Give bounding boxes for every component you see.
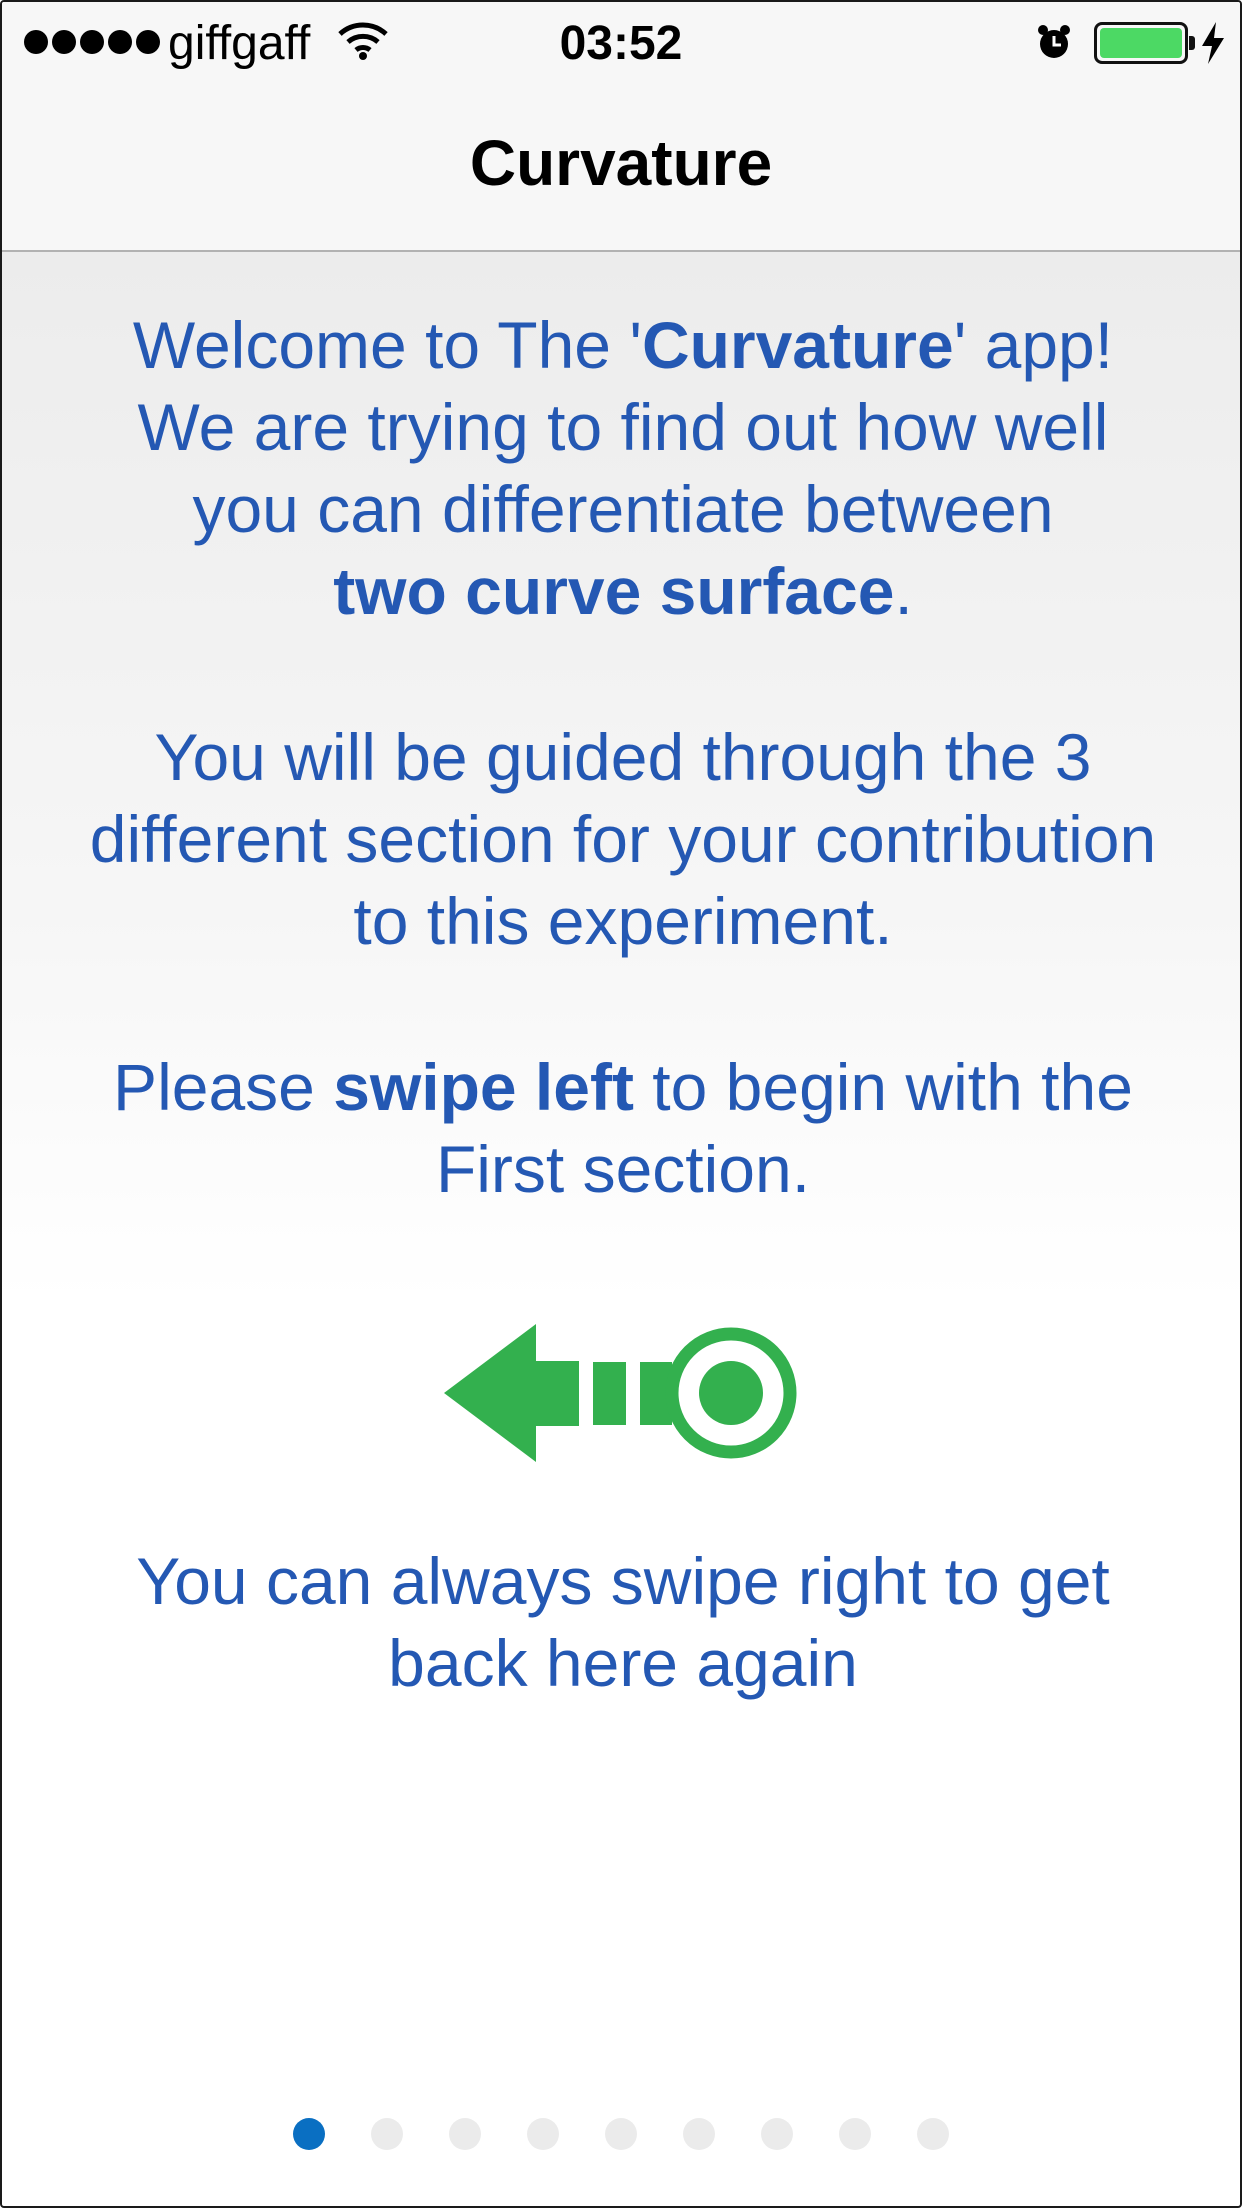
- swipe-instruction: Please swipe left to begin with the Firs…: [113, 1050, 1133, 1206]
- page-dot-5[interactable]: [605, 2118, 637, 2150]
- guide-paragraph: You will be guided through the 3 differe…: [89, 720, 1157, 958]
- page-dot-2[interactable]: [371, 2118, 403, 2150]
- page-dot-7[interactable]: [761, 2118, 793, 2150]
- page-dot-6[interactable]: [683, 2118, 715, 2150]
- swipe-left-icon: [444, 1324, 797, 1462]
- page-dot-1[interactable]: [293, 2118, 325, 2150]
- charging-bolt-icon: [1200, 22, 1226, 69]
- status-bar: giffgaff 03:52: [2, 2, 1240, 86]
- intro-paragraph: Welcome to The 'Curvature' app! We are t…: [132, 308, 1114, 628]
- app-screen[interactable]: giffgaff 03:52 Curvature Welcome to The …: [0, 0, 1242, 2208]
- alarm-clock-icon: [1034, 22, 1074, 67]
- page-dot-3[interactable]: [449, 2118, 481, 2150]
- navigation-bar: Curvature: [2, 86, 1240, 252]
- page-dot-9[interactable]: [917, 2118, 949, 2150]
- page-indicator[interactable]: [2, 2118, 1240, 2150]
- battery-level-fill: [1100, 28, 1182, 58]
- page-dot-4[interactable]: [527, 2118, 559, 2150]
- page-title: Curvature: [469, 127, 773, 199]
- battery-icon: [1094, 22, 1195, 64]
- swipe-left-highlight: swipe left: [333, 1050, 634, 1124]
- swipe-back-note: You can always swipe right to get back h…: [136, 1544, 1110, 1700]
- two-curve-surface-highlight: two curve surface: [333, 554, 895, 628]
- page-dot-8[interactable]: [839, 2118, 871, 2150]
- app-name-highlight: Curvature: [641, 308, 954, 382]
